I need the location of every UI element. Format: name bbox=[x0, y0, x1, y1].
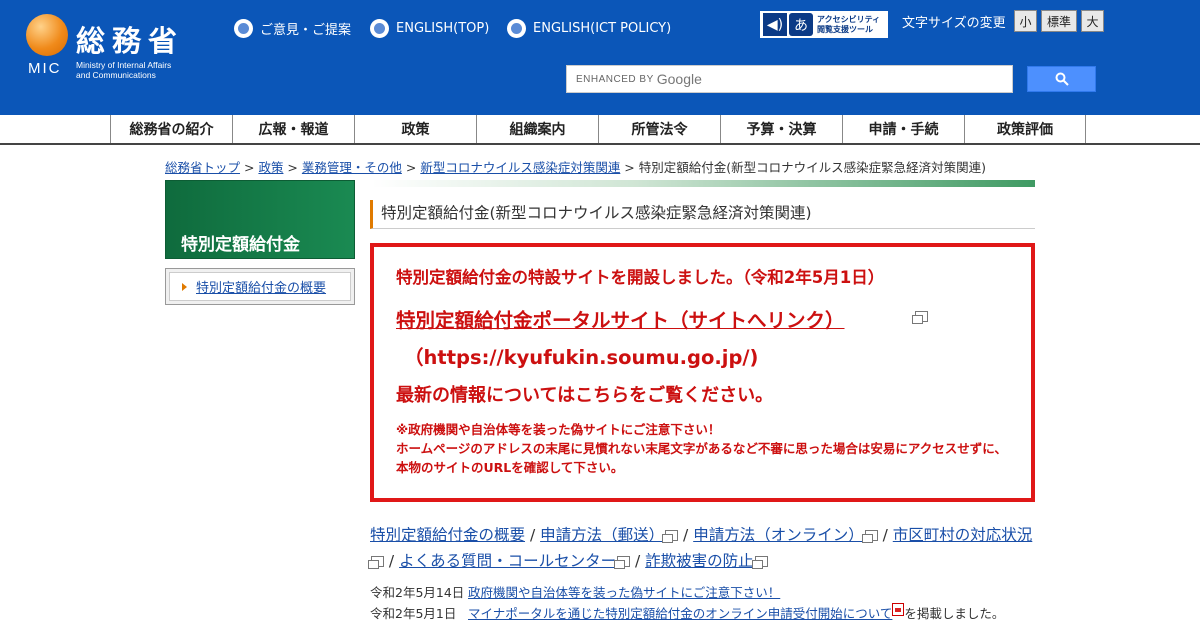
nav-budget[interactable]: 予算・決算 bbox=[720, 115, 842, 143]
page-title: 特別定額給付金(新型コロナウイルス感染症緊急経済対策関連) bbox=[370, 200, 1035, 229]
search-input[interactable]: ENHANCED BY Google bbox=[566, 65, 1013, 93]
portal-site-link[interactable]: 特別定額給付金ポータルサイト（サイトへリンク） bbox=[396, 304, 845, 333]
sidebar-heading: 特別定額給付金 bbox=[165, 180, 355, 259]
news-date: 令和2年5月14日 bbox=[370, 585, 465, 600]
external-link-icon bbox=[912, 311, 928, 324]
fraud-warning: ※政府機関や自治体等を装った偽サイトにご注意下さい！ ホームページのアドレスの末… bbox=[396, 420, 1016, 477]
search-enhanced-label: ENHANCED BY bbox=[576, 73, 654, 85]
search-button[interactable] bbox=[1027, 66, 1096, 92]
font-size-standard-button[interactable]: 標準 bbox=[1041, 10, 1077, 32]
nav-about[interactable]: 総務省の紹介 bbox=[110, 115, 232, 143]
logo-english-name: Ministry of Internal Affairs and Communi… bbox=[76, 60, 172, 80]
notice-latest-info: 最新の情報についてはこちらをご覧ください。 bbox=[396, 385, 774, 406]
breadcrumb-separator: > bbox=[401, 160, 421, 175]
news-list: 令和2年5月14日 政府機関や自治体等を装った偽サイトにご注意下さい！ 令和2年… bbox=[370, 582, 1040, 624]
link-separator: / bbox=[678, 526, 694, 544]
nav-evaluation[interactable]: 政策評価 bbox=[964, 115, 1086, 143]
breadcrumb-link-top[interactable]: 総務省トップ bbox=[165, 160, 240, 175]
radio-bullet-icon bbox=[370, 18, 389, 38]
sidebar-heading-text: 特別定額給付金 bbox=[181, 235, 300, 255]
search-icon bbox=[1055, 72, 1069, 86]
sidebar-item-overview: 特別定額給付金の概要 bbox=[165, 268, 355, 305]
logo-japanese-name: 総務省 bbox=[76, 24, 185, 58]
accessibility-tool-button[interactable]: ◀) あ アクセシビリティ 閲覧支援ツール bbox=[760, 11, 888, 38]
fraud-warning-body: ホームページのアドレスの末尾に見慣れない末尾文字があるなど不審に思った場合は安易… bbox=[396, 441, 1007, 475]
external-link-icon bbox=[614, 556, 631, 569]
news-link[interactable]: マイナポータルを通じた特別定額給付金のオンライン申請受付開始について bbox=[468, 603, 892, 624]
nav-policy[interactable]: 政策 bbox=[354, 115, 476, 143]
notice-box: 特別定額給付金の特設サイトを開設しました。（令和2年5月1日） 特別定額給付金ポ… bbox=[370, 243, 1035, 502]
site-header: 総務省 MIC Ministry of Internal Affairs and… bbox=[0, 0, 1200, 115]
external-link-icon bbox=[662, 530, 679, 543]
font-size-label: 文字サイズの変更 bbox=[902, 16, 1006, 31]
breadcrumb-link-policy[interactable]: 政策 bbox=[258, 160, 283, 175]
link-overview[interactable]: 特別定額給付金の概要 bbox=[370, 526, 525, 544]
external-link-icon bbox=[368, 556, 384, 569]
news-item: 令和2年5月1日 マイナポータルを通じた特別定額給付金のオンライン申請受付開始に… bbox=[370, 603, 1040, 624]
breadcrumb-current: 特別定額給付金(新型コロナウイルス感染症緊急経済対策関連) bbox=[638, 160, 987, 175]
arrow-right-icon bbox=[182, 282, 187, 291]
mic-logo[interactable]: 総務省 MIC Ministry of Internal Affairs and… bbox=[26, 12, 226, 82]
notice-announcement: 特別定額給付金の特設サイトを開設しました。（令和2年5月1日） bbox=[396, 268, 885, 287]
hiragana-a-icon: あ bbox=[789, 13, 813, 36]
link-separator: / bbox=[630, 552, 646, 570]
link-municipality-status[interactable]: 市区町村の対応状況 bbox=[893, 526, 1033, 544]
nav-laws[interactable]: 所管法令 bbox=[598, 115, 720, 143]
nav-organization[interactable]: 組織案内 bbox=[476, 115, 598, 143]
logo-abbreviation: MIC bbox=[28, 60, 62, 77]
breadcrumb-separator: > bbox=[283, 160, 302, 175]
link-faq-call-center[interactable]: よくある質問・コールセンター bbox=[399, 552, 616, 570]
radio-bullet-icon bbox=[507, 18, 526, 38]
toplink-english-ict[interactable]: ENGLISH(ICT POLICY) bbox=[507, 18, 671, 38]
font-size-small-button[interactable]: 小 bbox=[1014, 10, 1037, 32]
news-suffix: を掲載しました。 bbox=[904, 606, 1005, 621]
radio-bullet-icon bbox=[234, 18, 253, 38]
nav-applications[interactable]: 申請・手続 bbox=[842, 115, 964, 143]
global-nav-list: 総務省の紹介 広報・報道 政策 組織案内 所管法令 予算・決算 申請・手続 政策… bbox=[110, 115, 1086, 143]
fraud-warning-title: ※政府機関や自治体等を装った偽サイトにご注意下さい！ bbox=[396, 422, 721, 437]
breadcrumb-separator: > bbox=[240, 160, 259, 175]
news-link[interactable]: 政府機関や自治体等を装った偽サイトにご注意下さい！ bbox=[468, 582, 780, 603]
breadcrumb: 総務省トップ > 政策 > 業務管理・その他 > 新型コロナウイルス感染症対策関… bbox=[165, 157, 986, 176]
link-fraud-prevention[interactable]: 詐欺被害の防止 bbox=[645, 552, 754, 570]
font-size-large-button[interactable]: 大 bbox=[1081, 10, 1104, 32]
portal-url: （https://kyufukin.soumu.go.jp/) bbox=[404, 346, 759, 369]
news-date: 令和2年5月1日 bbox=[370, 606, 457, 621]
link-apply-mail[interactable]: 申請方法（郵送） bbox=[540, 526, 664, 544]
toplink-english-top[interactable]: ENGLISH(TOP) bbox=[370, 18, 489, 38]
accessibility-tool-label: アクセシビリティ 閲覧支援ツール bbox=[817, 14, 881, 34]
speaker-icon: ◀) bbox=[763, 13, 787, 36]
external-link-icon bbox=[861, 530, 878, 543]
external-link-icon bbox=[751, 556, 768, 569]
global-navigation: 総務省の紹介 広報・報道 政策 組織案内 所管法令 予算・決算 申請・手続 政策… bbox=[0, 115, 1200, 145]
link-separator: / bbox=[384, 552, 400, 570]
breadcrumb-link-management[interactable]: 業務管理・その他 bbox=[302, 160, 402, 175]
topic-links: 特別定額給付金の概要 / 申請方法（郵送） / 申請方法（オンライン） / 市区… bbox=[368, 522, 1035, 574]
link-separator: / bbox=[525, 526, 541, 544]
sidebar-item-link[interactable]: 特別定額給付金の概要 bbox=[196, 277, 326, 296]
breadcrumb-separator: > bbox=[620, 160, 639, 175]
title-decoration-bar bbox=[372, 180, 1035, 187]
link-apply-online[interactable]: 申請方法（オンライン） bbox=[693, 526, 864, 544]
logo-ball-icon bbox=[26, 14, 68, 56]
breadcrumb-link-covid[interactable]: 新型コロナウイルス感染症対策関連 bbox=[420, 160, 620, 175]
news-item: 令和2年5月14日 政府機関や自治体等を装った偽サイトにご注意下さい！ bbox=[370, 582, 1040, 603]
pdf-icon bbox=[892, 603, 905, 616]
toplink-opinion[interactable]: ご意見・ご提案 bbox=[234, 18, 351, 38]
google-logo-text: Google bbox=[656, 71, 702, 87]
nav-press[interactable]: 広報・報道 bbox=[232, 115, 354, 143]
link-separator: / bbox=[877, 526, 893, 544]
sidebar-item-inner: 特別定額給付金の概要 bbox=[169, 272, 351, 301]
